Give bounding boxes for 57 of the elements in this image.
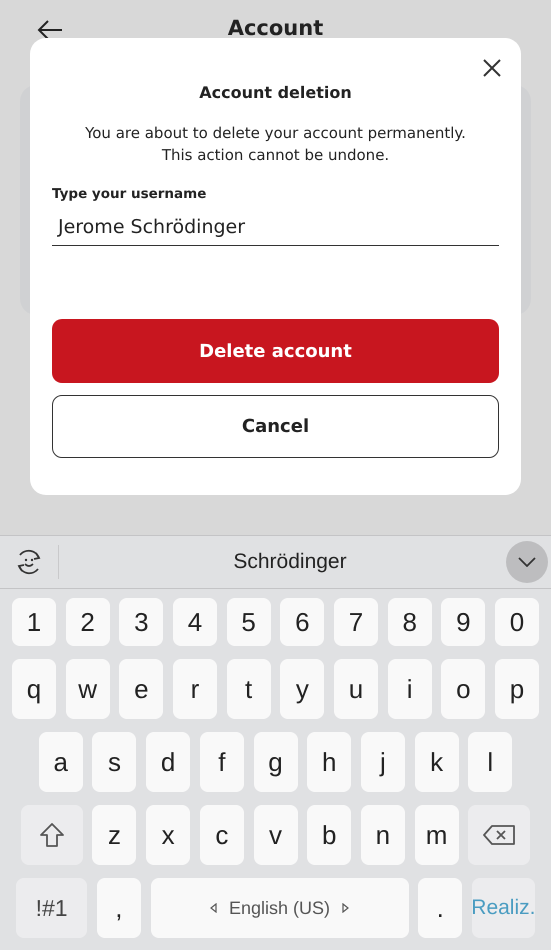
letter-key[interactable]: j — [360, 732, 405, 792]
letter-key[interactable]: n — [360, 805, 405, 865]
collapse-button[interactable] — [506, 541, 548, 583]
number-key[interactable]: 8 — [388, 598, 432, 646]
right-arrow-icon — [342, 903, 350, 913]
letter-key[interactable]: s — [92, 732, 136, 792]
letter-key[interactable]: . — [418, 878, 462, 938]
word-suggestion[interactable]: Schrödinger — [233, 550, 347, 574]
delete-button[interactable]: Delete account — [52, 319, 499, 383]
letter-key[interactable]: m — [414, 805, 459, 865]
number-key[interactable]: 1 — [12, 598, 56, 646]
space-key[interactable]: English (US) — [150, 878, 408, 938]
language-label: English (US) — [228, 898, 330, 918]
close-icon[interactable] — [483, 59, 501, 77]
letter-key[interactable]: p — [495, 659, 540, 719]
shift-key[interactable] — [20, 805, 83, 865]
letter-key[interactable]: z — [92, 805, 136, 865]
number-key[interactable]: 0 — [495, 598, 540, 646]
number-key[interactable]: 6 — [280, 598, 324, 646]
letter-key[interactable]: h — [307, 732, 352, 792]
symbols-key[interactable]: !#1 — [16, 878, 88, 938]
number-key[interactable]: 7 — [334, 598, 378, 646]
number-key[interactable]: 3 — [119, 598, 164, 646]
number-key[interactable]: 5 — [226, 598, 271, 646]
number-key[interactable]: 9 — [441, 598, 486, 646]
username-field[interactable]: Jerome Schrödinger — [52, 208, 499, 246]
letter-key[interactable]: g — [254, 732, 298, 792]
letter-key[interactable]: t — [226, 659, 271, 719]
letter-key[interactable]: , — [96, 878, 141, 938]
letter-key[interactable]: w — [66, 659, 110, 719]
letter-key[interactable]: y — [280, 659, 324, 719]
field-label: Type your username — [52, 186, 208, 202]
letter-key[interactable]: f — [200, 732, 244, 792]
letter-key[interactable]: l — [468, 732, 512, 792]
backspace-key[interactable] — [468, 805, 530, 865]
dialog-message: You are about to delete your account permanently. This action cannot be undone. — [84, 123, 467, 166]
shift-icon — [38, 821, 66, 849]
number-key[interactable]: 2 — [66, 598, 110, 646]
letter-key[interactable]: u — [334, 659, 378, 719]
letter-key[interactable]: c — [200, 805, 244, 865]
letter-key[interactable]: k — [414, 732, 459, 792]
page-title: Account — [228, 16, 324, 40]
letter-key[interactable]: a — [38, 732, 83, 792]
left-arrow-icon — [210, 903, 217, 913]
dialog-title: Account deletion — [198, 83, 353, 102]
letter-key[interactable]: d — [146, 732, 190, 792]
number-key[interactable]: 4 — [173, 598, 217, 646]
letter-key[interactable]: q — [12, 659, 56, 719]
letter-key[interactable]: i — [388, 659, 432, 719]
letter-key[interactable]: b — [307, 805, 352, 865]
cancel-button[interactable]: Cancel — [52, 395, 499, 458]
letter-key[interactable]: e — [119, 659, 164, 719]
letter-key[interactable]: r — [173, 659, 217, 719]
letter-key[interactable]: o — [441, 659, 486, 719]
letter-key[interactable]: x — [146, 805, 190, 865]
letter-key[interactable]: v — [254, 805, 298, 865]
chevron-down-icon — [518, 557, 536, 567]
